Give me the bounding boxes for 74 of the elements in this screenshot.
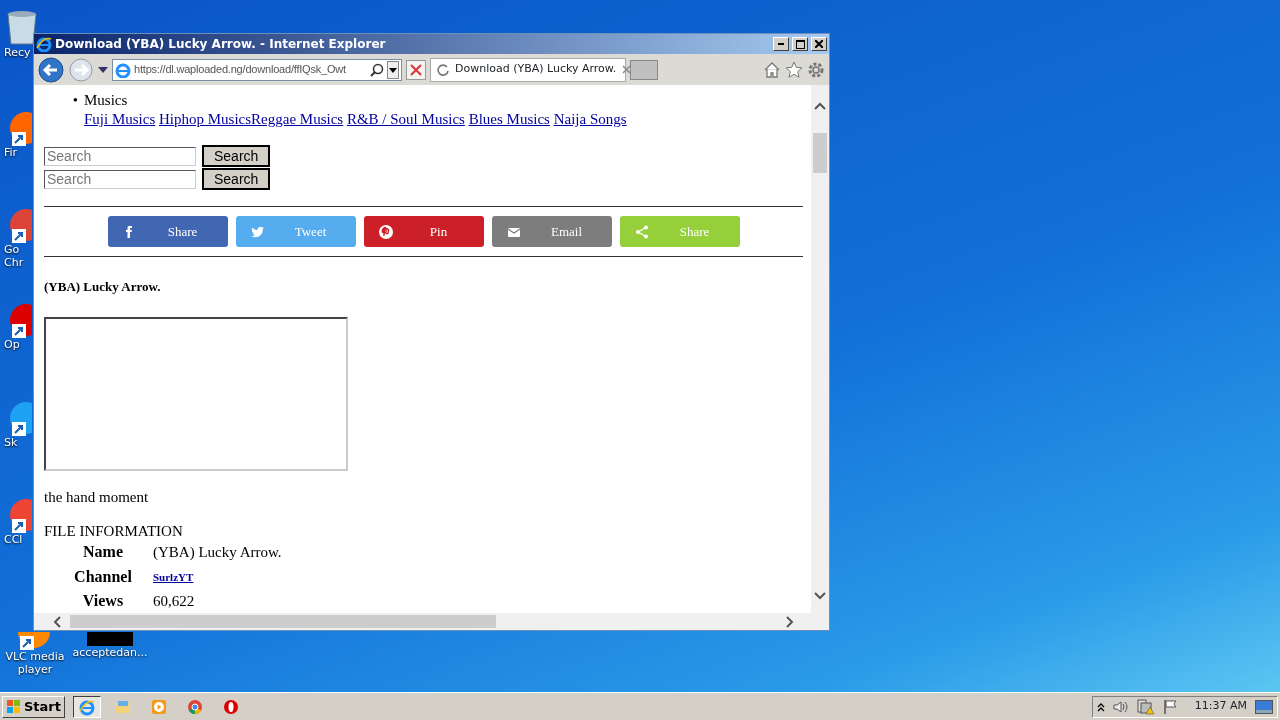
field-label: Channel <box>73 566 133 587</box>
settings-icon[interactable] <box>807 60 825 79</box>
address-bar[interactable]: https://dl.waploaded.ng/download/ffIQsk_Owt <box>112 58 402 81</box>
home-icon[interactable] <box>763 60 781 79</box>
field-value: (YBA) Lucky Arrow. <box>153 544 282 560</box>
close-button[interactable] <box>811 37 827 51</box>
maximize-icon <box>795 39 805 49</box>
opera-icon <box>222 697 240 716</box>
icon-label[interactable]: Go <box>4 243 20 256</box>
maximize-button[interactable] <box>792 37 808 51</box>
icon-label[interactable]: acceptedan... <box>72 646 148 659</box>
media-player-icon <box>150 697 168 716</box>
icon-label[interactable]: Op <box>4 338 20 351</box>
chevron-up-icon[interactable] <box>1096 701 1105 712</box>
category-link[interactable]: Fuji Musics <box>84 111 156 127</box>
icon-label[interactable]: CCl <box>4 533 23 546</box>
channel-link[interactable]: SurlzYT <box>153 571 194 583</box>
scroll-down-icon[interactable] <box>814 591 826 601</box>
scrollbar-thumb[interactable] <box>70 615 496 628</box>
scrollbar-thumb[interactable] <box>813 133 827 173</box>
search-icon[interactable] <box>370 62 384 77</box>
taskbar-button[interactable] <box>73 695 101 718</box>
ie-page-icon <box>115 61 131 78</box>
search-button[interactable]: Search <box>202 168 271 190</box>
star-icon[interactable] <box>785 60 803 79</box>
scroll-up-icon[interactable] <box>814 101 826 111</box>
category-link[interactable]: Blues Musics <box>468 111 550 127</box>
post-title: (YBA) Lucky Arrow. <box>44 279 162 295</box>
scroll-right-icon[interactable] <box>785 615 795 628</box>
pin-icon <box>377 223 394 240</box>
category-link[interactable]: Reggae Musics <box>251 111 344 127</box>
close-icon[interactable] <box>622 65 632 74</box>
search-field[interactable]: Search <box>44 146 196 166</box>
field-label: Name <box>82 542 124 562</box>
dropdown-icon[interactable] <box>387 60 399 79</box>
field-label: Views <box>81 591 125 611</box>
icon-label[interactable]: Sk <box>4 436 18 449</box>
chrome-icon <box>186 697 204 716</box>
menu-label: Musics <box>84 92 128 108</box>
ie-logo-icon <box>36 36 52 52</box>
field-value: 60,622 <box>153 593 195 609</box>
category-link[interactable]: Hiphop Musics <box>159 111 252 127</box>
bullet: • <box>71 91 79 110</box>
back-button-icon[interactable] <box>38 56 64 83</box>
icon-label[interactable]: player <box>17 663 53 676</box>
icon-label[interactable]: Recy <box>4 46 31 59</box>
share-button[interactable]: Share <box>107 216 228 247</box>
share-button[interactable]: Email <box>491 216 612 247</box>
windows-logo-icon <box>6 698 22 715</box>
category-link[interactable]: Naija Songs <box>553 111 627 127</box>
share-icon <box>633 223 650 240</box>
start-button[interactable]: Start <box>2 695 65 718</box>
network-warning-icon[interactable] <box>1136 698 1155 715</box>
search-field[interactable]: Search <box>44 169 196 189</box>
show-desktop-icon[interactable] <box>1255 699 1273 714</box>
icon-label[interactable]: Chr <box>4 256 24 269</box>
loading-icon <box>437 63 449 76</box>
minimize-icon <box>778 43 784 45</box>
icon-label[interactable]: VLC media <box>5 650 65 663</box>
category-link[interactable]: R&B / Soul Musics <box>346 111 465 127</box>
close-icon <box>815 40 823 48</box>
new-tab-button[interactable] <box>630 59 658 80</box>
search-button[interactable]: Search <box>202 145 271 167</box>
minimize-button[interactable] <box>773 37 789 51</box>
window-title: Download (YBA) Lucky Arrow. - Internet Explorer <box>55 36 387 53</box>
stop-icon[interactable] <box>406 59 426 80</box>
scroll-left-icon[interactable] <box>52 615 62 628</box>
description-text: the hand moment <box>44 488 150 506</box>
flag-icon[interactable] <box>1162 698 1179 715</box>
speaker-icon[interactable] <box>1112 699 1129 714</box>
dropdown-icon[interactable] <box>98 65 108 74</box>
share-button[interactable]: Pin <box>363 216 484 247</box>
section-heading: FILE INFORMATION <box>44 522 184 540</box>
icon-label[interactable]: Fir <box>4 146 18 159</box>
